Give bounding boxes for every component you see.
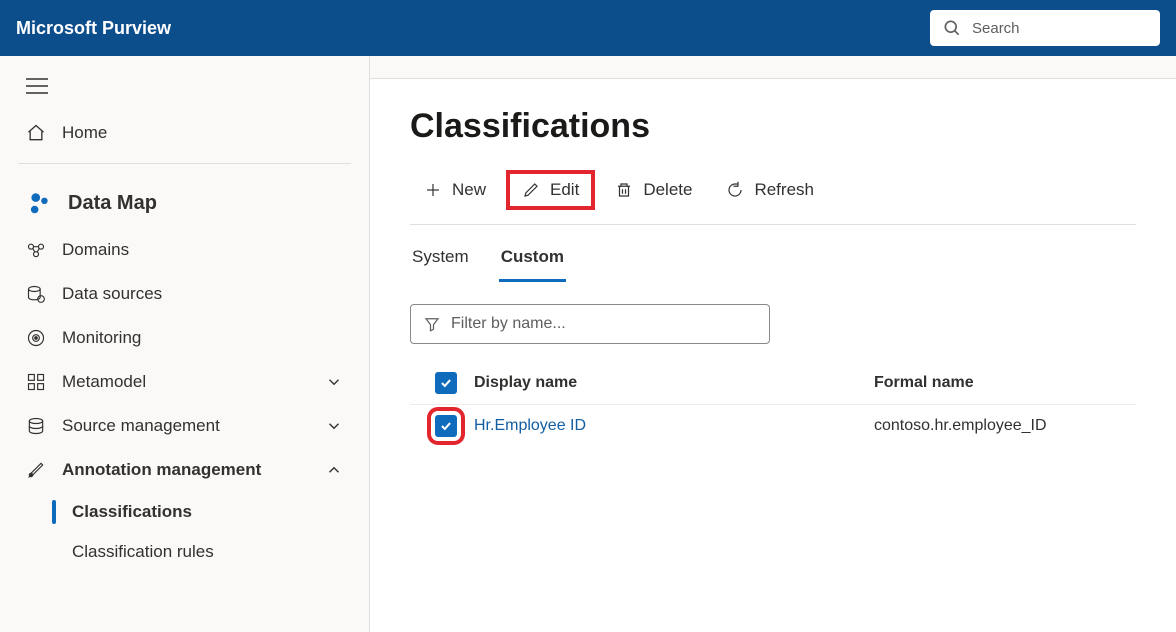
- sidebar-item-label: Domains: [62, 240, 129, 260]
- sidebar-item-label: Monitoring: [62, 328, 141, 348]
- source-management-icon: [26, 416, 46, 436]
- main-content: Classifications New Edit Delete: [370, 78, 1176, 632]
- sidebar-item-classifications[interactable]: Classifications: [52, 492, 351, 532]
- delete-button[interactable]: Delete: [601, 172, 706, 208]
- check-icon: [439, 376, 453, 390]
- sidebar-item-label: Data sources: [62, 284, 162, 304]
- sidebar-item-domains[interactable]: Domains: [18, 228, 351, 272]
- tab-system[interactable]: System: [410, 239, 471, 282]
- sidebar-section-label: Data Map: [68, 192, 157, 215]
- check-icon: [439, 419, 453, 433]
- sidebar-item-data-sources[interactable]: Data sources: [18, 272, 351, 316]
- trash-icon: [615, 181, 633, 199]
- edit-button[interactable]: Edit: [506, 170, 595, 210]
- tab-bar: System Custom: [410, 239, 1136, 282]
- brand-title: Microsoft Purview: [16, 18, 171, 39]
- sidebar: Home Data Map Domains Data so: [0, 56, 370, 632]
- tab-custom[interactable]: Custom: [499, 239, 566, 282]
- sidebar-item-source-management[interactable]: Source management: [18, 404, 351, 448]
- chevron-up-icon: [325, 461, 343, 479]
- filter-icon: [423, 315, 441, 333]
- button-label: Refresh: [754, 180, 814, 200]
- sidebar-item-label: Annotation management: [62, 460, 261, 480]
- app-header: Microsoft Purview: [0, 0, 1176, 56]
- data-map-icon: [26, 190, 52, 216]
- select-all-checkbox[interactable]: [435, 372, 457, 394]
- search-icon: [942, 18, 962, 38]
- search-input[interactable]: [972, 20, 1148, 37]
- table-row: Hr.Employee ID contoso.hr.employee_ID: [410, 405, 1136, 447]
- button-label: New: [452, 180, 486, 200]
- sidebar-item-label: Home: [62, 123, 107, 143]
- row-formal-name: contoso.hr.employee_ID: [874, 417, 1128, 435]
- sidebar-item-monitoring[interactable]: Monitoring: [18, 316, 351, 360]
- refresh-icon: [726, 181, 744, 199]
- page-title: Classifications: [410, 107, 1136, 146]
- home-icon: [26, 123, 46, 143]
- column-header-formal[interactable]: Formal name: [874, 374, 1128, 392]
- sidebar-item-classification-rules[interactable]: Classification rules: [52, 532, 351, 572]
- data-sources-icon: [26, 284, 46, 304]
- sidebar-sublist: Classifications Classification rules: [48, 492, 351, 572]
- search-container: [930, 10, 1160, 46]
- table-header: Display name Formal name: [410, 362, 1136, 405]
- row-checkbox[interactable]: [435, 415, 457, 437]
- pencil-icon: [522, 181, 540, 199]
- filter-box[interactable]: [410, 304, 770, 344]
- plus-icon: [424, 181, 442, 199]
- sidebar-item-home[interactable]: Home: [18, 111, 351, 155]
- hamburger-menu[interactable]: [18, 74, 351, 101]
- sidebar-item-label: Classifications: [72, 502, 192, 522]
- column-header-display[interactable]: Display name: [474, 374, 874, 392]
- sidebar-item-label: Source management: [62, 416, 220, 436]
- sidebar-item-label: Classification rules: [72, 542, 214, 562]
- sidebar-divider: [18, 163, 351, 164]
- chevron-down-icon: [325, 373, 343, 391]
- row-display-name[interactable]: Hr.Employee ID: [474, 417, 874, 435]
- sidebar-section-data-map[interactable]: Data Map: [18, 178, 351, 228]
- button-label: Delete: [643, 180, 692, 200]
- domains-icon: [26, 240, 46, 260]
- chevron-down-icon: [325, 417, 343, 435]
- search-box[interactable]: [930, 10, 1160, 46]
- metamodel-icon: [26, 372, 46, 392]
- monitoring-icon: [26, 328, 46, 348]
- annotation-management-icon: [26, 460, 46, 480]
- button-label: Edit: [550, 180, 579, 200]
- sidebar-item-annotation-management[interactable]: Annotation management: [18, 448, 351, 492]
- hamburger-icon: [26, 78, 48, 94]
- toolbar: New Edit Delete Refresh: [410, 170, 1136, 225]
- filter-input[interactable]: [451, 315, 757, 333]
- sidebar-item-label: Metamodel: [62, 372, 146, 392]
- new-button[interactable]: New: [410, 172, 500, 208]
- sidebar-item-metamodel[interactable]: Metamodel: [18, 360, 351, 404]
- refresh-button[interactable]: Refresh: [712, 172, 828, 208]
